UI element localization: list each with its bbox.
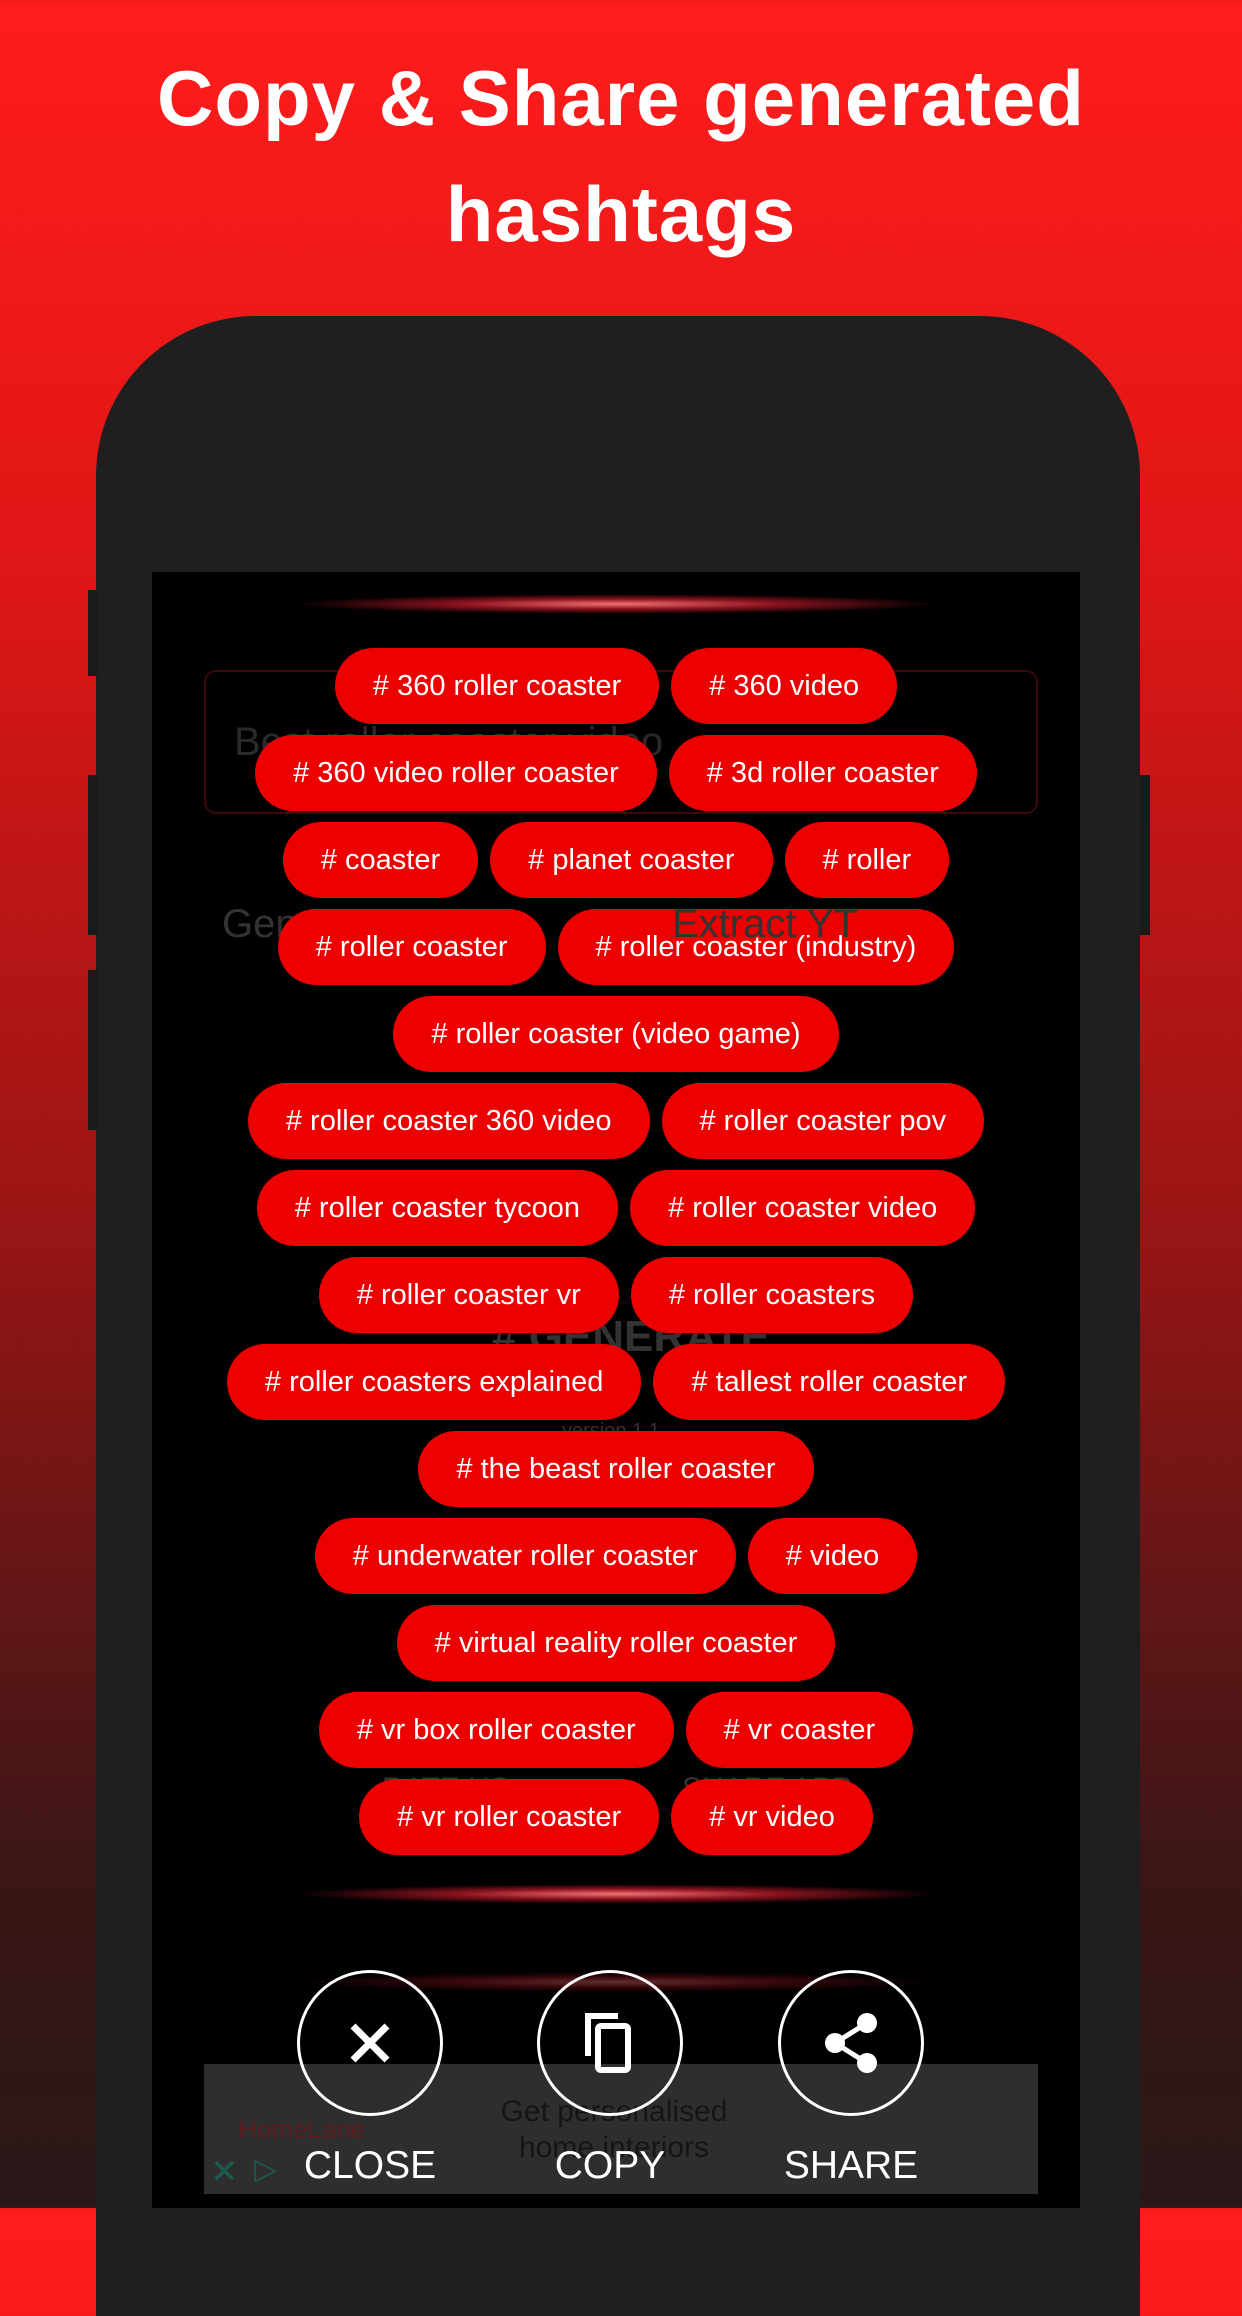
hashtag-row: # vr roller coaster # vr video <box>152 1779 1080 1866</box>
hashtag-chip[interactable]: # roller coaster (video game) <box>393 996 839 1072</box>
hashtag-chip[interactable]: # roller coaster pov <box>661 1083 985 1159</box>
copy-icon <box>585 2013 631 2073</box>
hashtag-chip[interactable]: # the beast roller coaster <box>418 1431 814 1507</box>
hashtag-chip[interactable]: # vr video <box>671 1779 873 1855</box>
phone-side-button <box>88 970 98 1130</box>
hashtag-row: # coaster # planet coaster # roller <box>152 822 1080 909</box>
hashtag-row: # vr box roller coaster # vr coaster <box>152 1692 1080 1779</box>
hashtag-chip[interactable]: # virtual reality roller coaster <box>396 1605 836 1681</box>
hashtag-chip[interactable]: # roller coaster video <box>630 1170 976 1246</box>
hashtag-list: # 360 roller coaster # 360 video # 360 vid… <box>152 648 1080 1866</box>
hashtag-chip[interactable]: # vr roller coaster <box>359 1779 660 1855</box>
radio-label: Extract YT <box>672 902 858 946</box>
phone-screen: Best roller coaster video Generate YT Ex… <box>152 572 1080 2208</box>
hashtag-chip[interactable]: # roller <box>784 822 950 898</box>
hashtag-chip[interactable]: # roller coaster vr <box>318 1257 619 1333</box>
hashtag-row: # the beast roller coaster <box>152 1431 1080 1518</box>
hashtag-chip[interactable]: # video <box>747 1518 918 1594</box>
hashtag-chip[interactable]: # roller coaster tycoon <box>256 1170 619 1246</box>
hashtag-row: # roller coaster (video game) <box>152 996 1080 1083</box>
phone-side-button <box>1140 775 1150 935</box>
hashtag-chip[interactable]: # coaster <box>282 822 479 898</box>
hashtag-chip[interactable]: # vr box roller coaster <box>318 1692 674 1768</box>
radio-extract[interactable]: Extract YT <box>672 902 858 947</box>
share-label[interactable]: SHARE <box>731 2144 971 2188</box>
hashtag-chip[interactable]: # tallest roller coaster <box>653 1344 1006 1420</box>
hashtag-chip[interactable]: # 360 video roller coaster <box>255 735 657 811</box>
headline: Copy & Share generated hashtags <box>0 40 1242 272</box>
glow-decoration <box>292 594 942 614</box>
share-button[interactable] <box>778 1970 924 2116</box>
headline-line-1: Copy & Share generated <box>157 54 1085 142</box>
hashtag-row: # roller coaster 360 video # roller coast… <box>152 1083 1080 1170</box>
hashtag-row: # roller coaster tycoon # roller coaster … <box>152 1170 1080 1257</box>
close-button[interactable] <box>297 1970 443 2116</box>
hashtag-chip[interactable]: # 3d roller coaster <box>668 735 977 811</box>
hashtag-row: # 360 video roller coaster # 3d roller co… <box>152 735 1080 822</box>
hashtag-chip[interactable]: # 360 video <box>671 648 898 724</box>
headline-line-2: hashtags <box>445 170 797 258</box>
hashtag-chip[interactable]: # roller coasters <box>630 1257 914 1333</box>
glow-decoration <box>292 1884 942 1904</box>
hashtag-chip[interactable]: # roller coaster <box>277 909 546 985</box>
ad-brand: HomeLane <box>238 2114 366 2144</box>
hashtag-row: # 360 roller coaster # 360 video <box>152 648 1080 735</box>
hashtag-row: # virtual reality roller coaster <box>152 1605 1080 1692</box>
hashtag-chip[interactable]: # 360 roller coaster <box>334 648 660 724</box>
hashtag-row: # roller coaster vr # roller coasters <box>152 1257 1080 1344</box>
hashtag-chip[interactable]: # vr coaster <box>685 1692 914 1768</box>
hashtag-chip[interactable]: # roller coaster 360 video <box>247 1083 650 1159</box>
ad-close-icon[interactable]: ✕ <box>210 2152 239 2192</box>
hashtag-row: # roller coasters explained # tallest rol… <box>152 1344 1080 1431</box>
hashtag-chip[interactable]: # roller coasters explained <box>226 1344 642 1420</box>
hashtag-row: # roller coaster # roller coaster (indust… <box>152 909 1080 996</box>
phone-side-button <box>88 775 98 935</box>
phone-side-button <box>88 590 98 676</box>
close-label[interactable]: CLOSE <box>250 2144 490 2188</box>
close-icon <box>350 2023 390 2063</box>
hashtag-row: # underwater roller coaster # video <box>152 1518 1080 1605</box>
hashtag-chip[interactable]: # planet coaster <box>490 822 773 898</box>
copy-button[interactable] <box>537 1970 683 2116</box>
hashtag-chip[interactable]: # underwater roller coaster <box>314 1518 736 1594</box>
copy-label[interactable]: COPY <box>490 2144 730 2188</box>
share-icon <box>825 2013 877 2073</box>
